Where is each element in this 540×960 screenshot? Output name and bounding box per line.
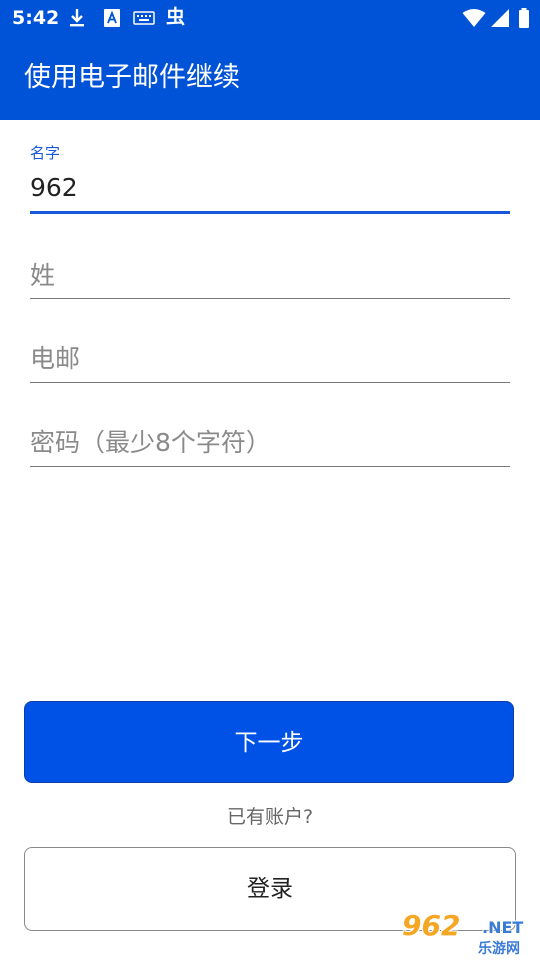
app-bar: 使用电子邮件继续 (0, 36, 540, 120)
first-name-label: 名字 (30, 144, 61, 162)
password-input[interactable]: 密码（最少8个字符） (30, 426, 271, 460)
wifi-icon (462, 8, 486, 28)
download-icon (68, 8, 86, 28)
last-name-field[interactable]: 姓 (30, 259, 510, 301)
email-field[interactable]: 电邮 (30, 342, 510, 384)
email-underline (30, 382, 510, 383)
first-name-input[interactable]: 962 (30, 171, 78, 205)
page-title: 使用电子邮件继续 (24, 62, 240, 93)
next-button[interactable]: 下一步 (24, 701, 514, 783)
watermark-number: 962 (402, 909, 461, 942)
first-name-underline (30, 211, 510, 214)
status-bar: 5:42 虫 (0, 0, 540, 36)
first-name-field[interactable]: 名字 962 (30, 143, 510, 217)
password-field[interactable]: 密码（最少8个字符） (30, 426, 510, 468)
last-name-input[interactable]: 姓 (30, 259, 55, 293)
status-time: 5:42 (12, 7, 60, 29)
password-underline (30, 466, 510, 467)
watermark-logo: 962 .NET 乐游网 (400, 910, 538, 958)
text-a-icon (103, 8, 121, 28)
email-input[interactable]: 电邮 (30, 342, 80, 376)
keyboard-icon (133, 8, 155, 28)
last-name-underline (30, 298, 510, 299)
watermark-net: .NET (482, 918, 524, 937)
battery-icon (518, 8, 530, 28)
have-account-text: 已有账户? (226, 806, 314, 828)
app-status-glyph: 虫 (166, 6, 186, 28)
watermark-site: 乐游网 (478, 941, 520, 957)
signal-icon (490, 8, 510, 28)
